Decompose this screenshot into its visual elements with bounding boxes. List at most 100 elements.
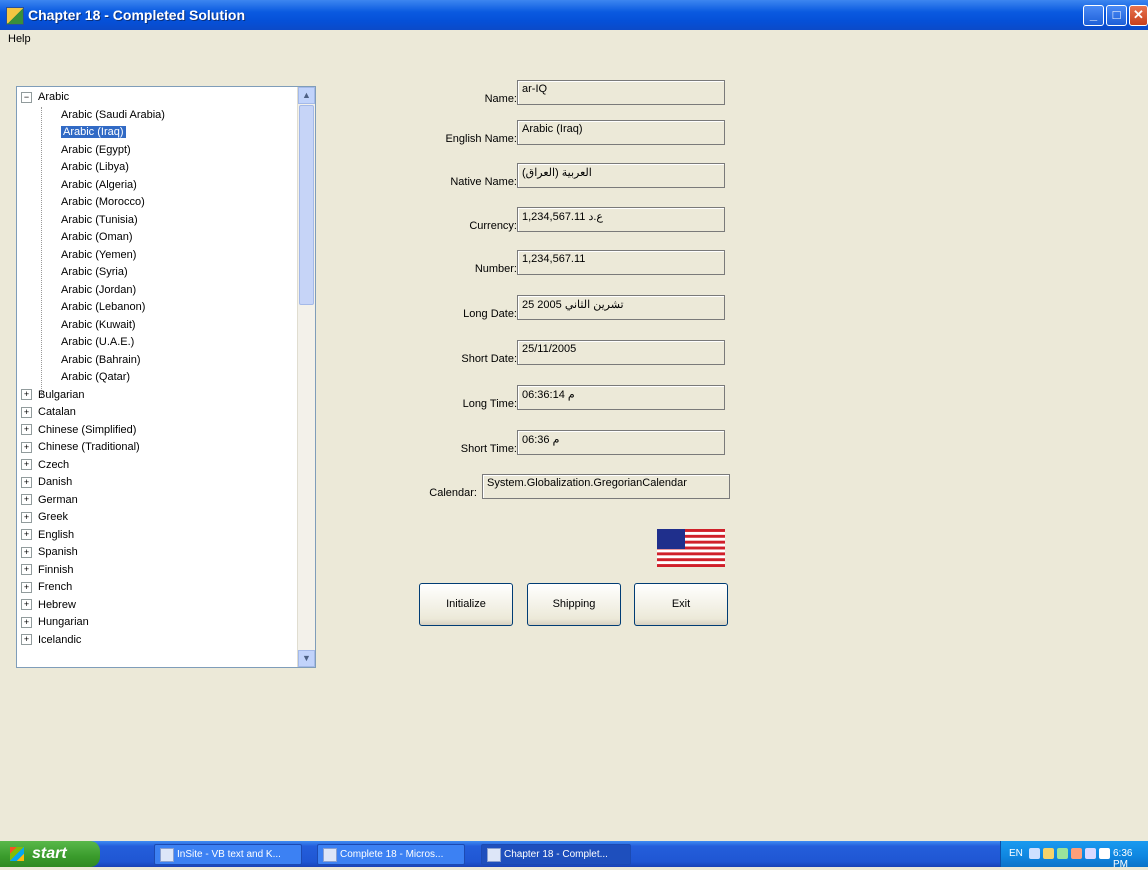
short-time-label: Short Time: bbox=[460, 443, 517, 455]
expand-icon[interactable]: + bbox=[21, 406, 32, 418]
tree-scrollbar[interactable]: ▲ ▼ bbox=[297, 87, 315, 667]
expand-icon[interactable]: + bbox=[21, 424, 32, 436]
expand-icon[interactable]: + bbox=[21, 441, 32, 453]
shipping-button[interactable]: Shipping bbox=[527, 583, 621, 626]
expand-icon[interactable]: + bbox=[21, 459, 32, 471]
tree-node-label: Hungarian bbox=[38, 616, 89, 628]
tree-node-label: Chinese (Traditional) bbox=[38, 441, 140, 453]
tree-node-label: Arabic bbox=[38, 91, 70, 103]
tree-node-root[interactable]: + Bulgarian bbox=[17, 387, 299, 405]
tree-node-root[interactable]: + Chinese (Simplified) bbox=[17, 422, 299, 440]
calendar-value: System.Globalization.GregorianCalendar bbox=[482, 474, 730, 499]
tree-node-root[interactable]: + Spanish bbox=[17, 544, 299, 562]
initialize-button[interactable]: Initialize bbox=[419, 583, 513, 626]
expand-icon[interactable]: + bbox=[21, 564, 32, 576]
title-bar[interactable]: Chapter 18 - Completed Solution _ □ ✕ bbox=[0, 0, 1148, 30]
tree-node-label: Greek bbox=[38, 511, 68, 523]
taskbar-item-insite[interactable]: InSite - VB text and K... bbox=[154, 844, 302, 865]
tree-node-child[interactable]: Arabic (Egypt) bbox=[17, 142, 299, 160]
expand-icon[interactable]: + bbox=[21, 581, 32, 593]
tree-node-child[interactable]: Arabic (Bahrain) bbox=[17, 352, 299, 370]
visual-studio-icon bbox=[323, 848, 337, 862]
expand-icon[interactable]: + bbox=[21, 494, 32, 506]
tree-node-root[interactable]: + Czech bbox=[17, 457, 299, 475]
taskbar-item-chapter18[interactable]: Chapter 18 - Complet... bbox=[481, 844, 631, 865]
native-name-label: Native Name: bbox=[450, 176, 517, 188]
tree-node-label: Arabic (Lebanon) bbox=[61, 301, 146, 313]
tree-node-child[interactable]: Arabic (Libya) bbox=[17, 159, 299, 177]
scroll-up-icon[interactable]: ▲ bbox=[298, 87, 315, 104]
exit-button[interactable]: Exit bbox=[634, 583, 728, 626]
name-label: Name: bbox=[484, 93, 517, 105]
tree-node-root[interactable]: + English bbox=[17, 527, 299, 545]
tree-node-child[interactable]: Arabic (Lebanon) bbox=[17, 299, 299, 317]
tree-node-root[interactable]: + Chinese (Traditional) bbox=[17, 439, 299, 457]
tree-node-label: Icelandic bbox=[38, 633, 82, 646]
network-icon[interactable] bbox=[1029, 848, 1040, 859]
tree-node-label: Arabic (Qatar) bbox=[61, 371, 131, 383]
collapse-icon[interactable]: − bbox=[21, 91, 32, 103]
tree-node-child[interactable]: Arabic (Tunisia) bbox=[17, 212, 299, 230]
maximize-button[interactable]: □ bbox=[1106, 5, 1127, 26]
taskbar-item-complete18[interactable]: Complete 18 - Micros... bbox=[317, 844, 465, 865]
tree-node-root[interactable]: + Danish bbox=[17, 474, 299, 492]
tree-node-root[interactable]: + French bbox=[17, 579, 299, 597]
tree-node-child[interactable]: Arabic (Syria) bbox=[17, 264, 299, 282]
expand-icon[interactable]: + bbox=[21, 529, 32, 541]
tree-node-root[interactable]: + German bbox=[17, 492, 299, 510]
tree-node-label: Arabic (Syria) bbox=[61, 266, 128, 278]
expand-icon[interactable]: + bbox=[21, 616, 32, 628]
tree-node-child[interactable]: Arabic (Iraq) bbox=[17, 124, 299, 142]
tree-node-label: Danish bbox=[38, 476, 73, 488]
tree-node-root[interactable]: + Icelandic bbox=[17, 632, 299, 650]
start-button[interactable]: start bbox=[0, 841, 100, 867]
menu-bar: Help bbox=[0, 30, 1148, 52]
scroll-down-icon[interactable]: ▼ bbox=[298, 650, 315, 667]
tree-node-root[interactable]: + Hebrew bbox=[17, 597, 299, 615]
tree-node-child[interactable]: Arabic (Yemen) bbox=[17, 247, 299, 265]
taskbar-item-label: InSite - VB text and K... bbox=[177, 849, 281, 860]
messenger-icon[interactable] bbox=[1085, 848, 1096, 859]
close-button[interactable]: ✕ bbox=[1129, 5, 1148, 26]
minimize-button[interactable]: _ bbox=[1083, 5, 1104, 26]
tree-node-child[interactable]: Arabic (Qatar) bbox=[17, 369, 299, 387]
volume-icon[interactable] bbox=[1043, 848, 1054, 859]
expand-icon[interactable]: + bbox=[21, 599, 32, 611]
security-icon[interactable] bbox=[1057, 848, 1068, 859]
tree-node-arabic[interactable]: − Arabic bbox=[17, 89, 299, 107]
tree-node-child[interactable]: Arabic (Saudi Arabia) bbox=[17, 107, 299, 125]
tree-node-root[interactable]: + Catalan bbox=[17, 404, 299, 422]
expand-icon[interactable]: + bbox=[21, 546, 32, 558]
windows-logo-icon bbox=[10, 847, 24, 861]
tree-node-child[interactable]: Arabic (Jordan) bbox=[17, 282, 299, 300]
tree-node-child[interactable]: Arabic (Kuwait) bbox=[17, 317, 299, 335]
number-value: 1,234,567.11 bbox=[517, 250, 725, 275]
scroll-thumb[interactable] bbox=[299, 105, 314, 305]
update-icon[interactable] bbox=[1071, 848, 1082, 859]
language-indicator[interactable]: EN bbox=[1009, 848, 1023, 859]
tree-node-child[interactable]: Arabic (U.A.E.) bbox=[17, 334, 299, 352]
tree-node-child[interactable]: Arabic (Morocco) bbox=[17, 194, 299, 212]
expand-icon[interactable]: + bbox=[21, 476, 32, 488]
system-tray: EN 6:36 PM bbox=[1000, 841, 1148, 870]
tree-node-root[interactable]: + Hungarian bbox=[17, 614, 299, 632]
tree-node-child[interactable]: Arabic (Algeria) bbox=[17, 177, 299, 195]
tree-node-label: French bbox=[38, 581, 73, 593]
native-name-value: (العربية (العراق bbox=[517, 163, 725, 188]
short-time-value: 06:36 م bbox=[517, 430, 725, 455]
tree-node-label: Arabic (U.A.E.) bbox=[61, 336, 135, 348]
menu-help[interactable]: Help bbox=[8, 33, 31, 45]
english-name-label: English Name: bbox=[445, 133, 517, 145]
tree-node-root[interactable]: + Finnish bbox=[17, 562, 299, 580]
expand-icon[interactable]: + bbox=[21, 511, 32, 523]
app-icon[interactable] bbox=[6, 7, 24, 25]
tree-node-root[interactable]: + Greek bbox=[17, 509, 299, 527]
tree-node-label: Arabic (Iraq) bbox=[61, 126, 126, 138]
culture-tree-view[interactable]: − Arabic Arabic (Saudi Arabia) Arabic (Iraq… bbox=[16, 86, 316, 668]
usb-icon[interactable] bbox=[1099, 848, 1110, 859]
app-icon bbox=[487, 848, 501, 862]
expand-icon[interactable]: + bbox=[21, 389, 32, 401]
expand-icon[interactable]: + bbox=[21, 634, 32, 646]
tree-node-label: German bbox=[38, 493, 78, 506]
tree-node-child[interactable]: Arabic (Oman) bbox=[17, 229, 299, 247]
